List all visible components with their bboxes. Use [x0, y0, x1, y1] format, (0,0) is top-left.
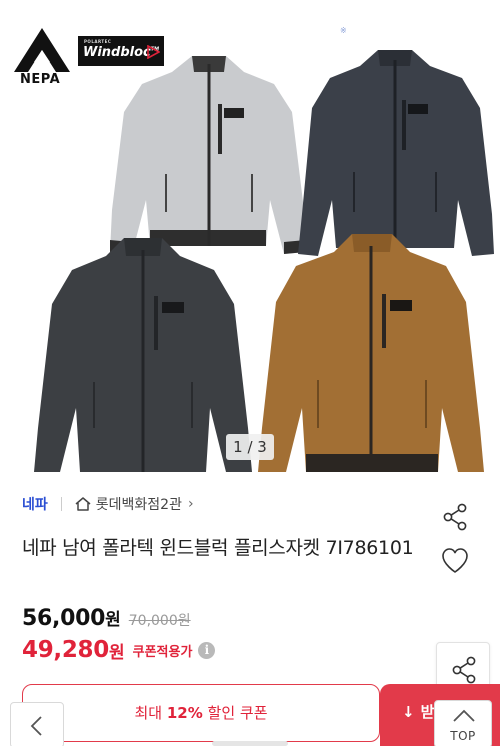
info-icon[interactable]: i — [198, 641, 216, 659]
share-icon[interactable] — [440, 502, 470, 532]
jacket-camel-image — [258, 234, 484, 472]
breadcrumb: 네파 롯데백화점2관 › — [22, 494, 194, 514]
home-indicator — [212, 741, 288, 746]
breadcrumb-brand-link[interactable]: 네파 — [22, 494, 48, 514]
coupon-price-row: 49,280 원 쿠폰적용가 i — [22, 637, 216, 663]
sale-price-row: 56,000 원 70,000원 — [22, 605, 191, 631]
coupon-button-percent: 12% — [166, 704, 203, 722]
scroll-to-top-button[interactable]: TOP — [434, 700, 492, 746]
chevron-right-icon: › — [187, 496, 194, 512]
coupon-button-suffix: 할인 쿠폰 — [202, 704, 268, 722]
product-image-carousel[interactable]: NEPA POLARTEC WindblocTM ※ 1 / 3 — [0, 0, 500, 478]
heart-icon[interactable] — [440, 546, 470, 576]
image-pager: 1 / 3 — [226, 434, 274, 460]
share-icon — [452, 656, 476, 684]
jacket-light-grey-image — [110, 56, 306, 254]
download-icon: ↓ — [402, 703, 415, 721]
brand-logo-text: NEPA — [20, 72, 61, 87]
home-icon — [75, 497, 91, 511]
nepa-mountain-icon — [14, 28, 70, 72]
coupon-price-label: 쿠폰적용가 — [132, 644, 193, 660]
breadcrumb-store-label: 롯데백화점2관 — [95, 497, 182, 513]
chevron-left-icon — [30, 716, 42, 736]
chevron-up-icon — [453, 709, 475, 722]
top-button-label: TOP — [450, 729, 476, 743]
breadcrumb-store-link[interactable]: 롯데백화점2관 › — [74, 494, 194, 514]
coupon-button-prefix: 최대 — [134, 704, 167, 722]
sale-price: 56,000 — [22, 606, 106, 631]
sale-price-unit: 원 — [105, 610, 121, 630]
product-title: 네파 남여 폴라텍 윈드블럭 플리스자켓 7I786101 — [22, 537, 414, 559]
back-button[interactable] — [10, 702, 64, 746]
coupon-price: 49,280 — [22, 637, 109, 663]
jacket-navy-image — [298, 50, 494, 256]
polartec-text: POLARTEC — [84, 39, 112, 44]
coupon-price-unit: 원 — [108, 642, 125, 663]
original-price: 70,000원 — [128, 613, 191, 629]
breadcrumb-divider — [60, 497, 62, 511]
jacket-charcoal-image — [34, 238, 252, 472]
max-discount-coupon-button[interactable]: 최대 12% 할인 쿠폰 — [22, 684, 380, 742]
image-mark: ※ — [340, 26, 347, 35]
nepa-logo: NEPA — [12, 26, 72, 90]
